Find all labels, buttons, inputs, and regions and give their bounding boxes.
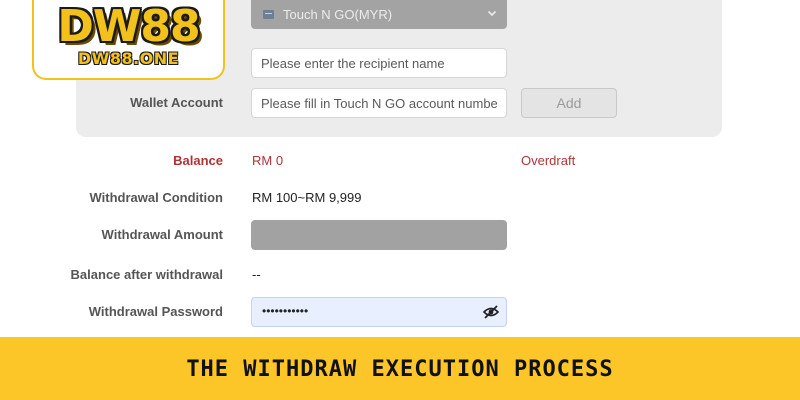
withdrawal-amount-label: Withdrawal Amount — [101, 227, 223, 242]
withdrawal-amount-input[interactable] — [251, 220, 507, 250]
chevron-down-icon — [487, 10, 497, 17]
wallet-icon — [263, 10, 274, 19]
logo-main-text: DW88 — [57, 1, 200, 52]
withdrawal-password-label: Withdrawal Password — [88, 304, 223, 319]
logo-sub-text: DW88.ONE — [77, 49, 180, 68]
withdrawal-condition-label: Withdrawal Condition — [89, 190, 223, 205]
add-button[interactable]: Add — [521, 88, 617, 118]
balance-after-label: Balance after withdrawal — [70, 267, 223, 282]
bottom-banner: THE WITHDRAW EXECUTION PROCESS — [0, 337, 800, 400]
wallet-type-select[interactable]: Touch N GO(MYR) — [251, 0, 507, 29]
wallet-account-input[interactable] — [251, 88, 507, 118]
balance-after-value: -- — [252, 267, 261, 282]
withdrawal-condition-value: RM 100~RM 9,999 — [252, 190, 362, 205]
wallet-type-selected: Touch N GO(MYR) — [283, 7, 393, 22]
wallet-account-label: Wallet Account — [130, 95, 223, 110]
balance-label: Balance — [173, 153, 223, 168]
eye-slash-icon[interactable] — [482, 304, 500, 320]
overdraft-text: Overdraft — [521, 153, 576, 168]
recipient-name-input[interactable] — [251, 48, 507, 78]
banner-title: THE WITHDRAW EXECUTION PROCESS — [186, 357, 614, 382]
dw88-logo: DW88 DW88.ONE — [32, 0, 225, 80]
password-masked-value: ••••••••••• — [262, 304, 309, 318]
withdrawal-password-input[interactable]: ••••••••••• — [251, 297, 507, 327]
balance-value: RM 0 — [252, 153, 284, 168]
